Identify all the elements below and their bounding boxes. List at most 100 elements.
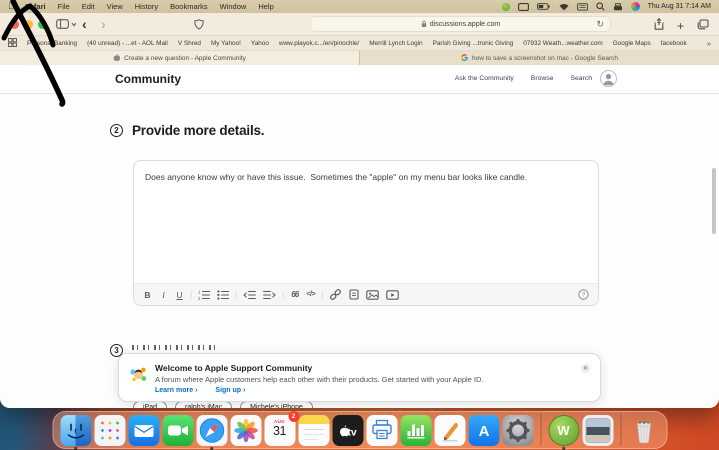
zoom-window-button[interactable] xyxy=(38,19,47,29)
editor-text[interactable]: Does anyone know why or have this issue.… xyxy=(134,161,598,182)
browser-tab[interactable]: Create a new question - Apple Community xyxy=(0,51,359,65)
dock-app-trash[interactable] xyxy=(628,415,659,446)
welcome-banner: Welcome to Apple Support Community A for… xyxy=(118,353,601,402)
menu-bookmarks[interactable]: Bookmarks xyxy=(170,2,208,11)
help-icon[interactable]: ? xyxy=(578,289,589,301)
spotlight-icon[interactable] xyxy=(595,2,605,11)
link-icon[interactable] xyxy=(329,289,342,301)
menu-clock[interactable]: Thu Aug 31 7:14 AM xyxy=(648,3,711,10)
bookmark-item[interactable]: facebook xyxy=(661,40,687,47)
dock-app-settings[interactable] xyxy=(502,414,533,446)
page-scrollbar-thumb[interactable] xyxy=(712,168,716,234)
menu-file[interactable]: File xyxy=(58,2,70,11)
forward-button[interactable]: › xyxy=(101,17,106,31)
menu-app-name[interactable]: Safari xyxy=(25,2,46,11)
dock-app-safari[interactable] xyxy=(196,414,227,450)
bookmark-item[interactable]: www.playok.c.../en/pinochle/ xyxy=(279,40,359,47)
editor-toolbar: B I U | 1 2 | | 66 </> |? xyxy=(134,283,598,305)
bookmark-item[interactable]: Google Maps xyxy=(613,40,651,47)
privacy-shield-icon[interactable] xyxy=(194,18,204,30)
menu-history[interactable]: History xyxy=(135,2,158,11)
video-icon[interactable] xyxy=(386,289,400,301)
dock-app-notes[interactable] xyxy=(298,414,329,446)
browser-tab[interactable]: how to save a screenshot on mac - Google… xyxy=(359,51,719,65)
menu-help[interactable]: Help xyxy=(258,2,273,11)
bookmarks-overflow-chevron[interactable]: » xyxy=(707,39,711,48)
dock-app-launchpad[interactable] xyxy=(94,414,125,446)
welcome-title: Welcome to Apple Support Community xyxy=(155,363,313,373)
sidebar-icon[interactable] xyxy=(56,19,77,29)
dock-app-appstore[interactable]: A xyxy=(468,414,499,446)
battery-icon[interactable] xyxy=(536,3,551,10)
menu-view[interactable]: View xyxy=(107,2,123,11)
image-icon[interactable] xyxy=(366,289,380,301)
close-icon[interactable]: ✕ xyxy=(581,364,590,373)
dock-app-numbers[interactable] xyxy=(400,414,431,446)
underline-icon[interactable]: U xyxy=(175,289,184,301)
learn-more-link[interactable]: Learn more › xyxy=(155,387,197,394)
display-icon[interactable] xyxy=(517,2,529,11)
site-header: Community Ask the Community Browse Search xyxy=(0,65,719,94)
italic-icon[interactable]: I xyxy=(159,289,168,301)
dock-app-printer[interactable] xyxy=(366,414,397,446)
bookmark-item[interactable]: (40 unread) - ...et - AOL Mail xyxy=(87,40,168,47)
new-tab-icon[interactable]: + xyxy=(677,20,684,32)
device-pill[interactable]: iPad xyxy=(133,401,168,408)
nav-ask-the-community[interactable]: Ask the Community xyxy=(455,75,514,82)
bookmark-item[interactable]: Personal Banking xyxy=(27,40,77,47)
dock-app-calendar[interactable]: AUG 31 2 xyxy=(264,410,299,446)
tab-overview-icon[interactable] xyxy=(697,17,709,35)
device-pill[interactable]: ralph's iMac xyxy=(175,401,233,408)
reading-list-icon[interactable] xyxy=(8,37,17,49)
dock-app-facetime[interactable] xyxy=(162,414,193,446)
address-bar[interactable]: discussions.apple.com ↻ xyxy=(310,16,611,32)
bookmark-item[interactable]: 07932 Weath...weather.com xyxy=(523,40,602,47)
minimize-window-button[interactable] xyxy=(24,19,33,29)
quote-icon[interactable]: 66 xyxy=(290,289,299,301)
account-avatar[interactable] xyxy=(600,70,617,87)
bookmark-item[interactable]: V Shred xyxy=(178,40,201,47)
dock-app-webroot[interactable]: W xyxy=(548,414,579,450)
dock-app-mail[interactable] xyxy=(128,414,159,446)
sign-up-link[interactable]: Sign up › xyxy=(215,387,245,394)
bookmark-item[interactable]: My Yahoo! xyxy=(211,40,241,47)
google-favicon-icon xyxy=(461,53,468,63)
indent-icon[interactable] xyxy=(263,289,276,301)
bookmark-item[interactable]: Parish Giving ...tronic Giving xyxy=(433,40,514,47)
ordered-list-icon[interactable]: 12 xyxy=(198,289,211,301)
menu-edit[interactable]: Edit xyxy=(82,2,95,11)
bookmark-item[interactable]: Merrill Lynch Login xyxy=(369,40,422,47)
tab-bar: Create a new question - Apple Community h… xyxy=(0,51,719,65)
keyboard-icon[interactable] xyxy=(576,2,588,11)
outdent-icon[interactable] xyxy=(243,289,257,301)
webroot-icon[interactable] xyxy=(501,2,510,11)
siri-icon[interactable] xyxy=(630,2,640,11)
attachment-icon[interactable] xyxy=(349,289,359,301)
details-editor[interactable]: Does anyone know why or have this issue.… xyxy=(133,160,599,306)
nav-browse[interactable]: Browse xyxy=(531,75,554,82)
toolbar-separator: | xyxy=(321,290,324,299)
printer-icon[interactable] xyxy=(613,2,623,11)
svg-text:tv: tv xyxy=(347,426,356,438)
svg-text:1: 1 xyxy=(198,290,201,295)
menu-window[interactable]: Window xyxy=(220,2,247,11)
dock-app-appletv[interactable]: tv xyxy=(332,414,363,446)
wifi-icon[interactable] xyxy=(559,3,569,11)
dock-app-finder[interactable] xyxy=(60,414,91,450)
reload-icon[interactable]: ↻ xyxy=(596,19,604,30)
dock-app-pages[interactable] xyxy=(434,414,465,446)
bullet-list-icon[interactable] xyxy=(217,289,230,301)
bookmark-item[interactable]: Yahoo xyxy=(251,40,269,47)
code-icon[interactable]: </> xyxy=(306,289,315,301)
dock-app-photos[interactable] xyxy=(230,414,261,446)
device-pill[interactable]: Michele's iPhone xyxy=(240,401,313,408)
site-title[interactable]: Community xyxy=(115,72,181,86)
dock-app-downloads[interactable] xyxy=(582,414,613,446)
step-2-number: 2 xyxy=(110,124,123,137)
share-icon[interactable] xyxy=(654,17,664,35)
nav-search[interactable]: Search xyxy=(570,75,592,82)
apple-menu-icon[interactable]:  xyxy=(8,2,15,11)
close-window-button[interactable] xyxy=(10,19,19,29)
bold-icon[interactable]: B xyxy=(143,289,152,301)
back-button[interactable]: ‹ xyxy=(82,17,87,31)
